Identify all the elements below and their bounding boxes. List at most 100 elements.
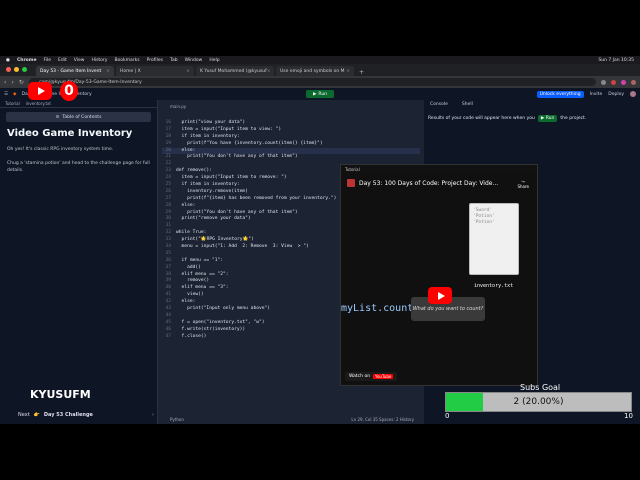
menu-help[interactable]: Help bbox=[209, 58, 219, 63]
table-of-contents-button[interactable]: ≡ Table of Contents bbox=[6, 112, 151, 122]
code-text: else: bbox=[176, 202, 196, 208]
browser-tab[interactable]: Use emoji and symbols on M × bbox=[276, 66, 354, 76]
tab-inventory-txt[interactable]: inventory.txt bbox=[26, 101, 51, 106]
console-message: Results of your code will appear here wh… bbox=[424, 109, 640, 128]
language-indicator[interactable]: Python bbox=[170, 417, 184, 422]
share-label: Share bbox=[517, 184, 529, 189]
next-lesson-link[interactable]: Next 👉 Day 53 Challenge › bbox=[0, 410, 158, 420]
window-controls bbox=[6, 67, 27, 72]
address-bar: ‹ › ↻ ...com/@kyusufm/Day-53-Game-Item-I… bbox=[0, 76, 640, 88]
code-text: print("remove your data") bbox=[176, 216, 251, 222]
line-number: 47 bbox=[165, 333, 171, 339]
subs-goal-title: Subs Goal bbox=[520, 383, 561, 392]
url-field[interactable]: ...com/@kyusufm/Day-53-Game-Item-Invento… bbox=[28, 78, 596, 86]
reload-icon[interactable]: ↻ bbox=[19, 79, 24, 86]
invite-button[interactable]: Invite bbox=[590, 92, 603, 97]
menu-bookmarks[interactable]: Bookmarks bbox=[114, 58, 139, 63]
browser-tab[interactable]: K Yusuf Mohammed (@kyusuf × bbox=[196, 66, 274, 76]
browser-tab[interactable]: Home | X × bbox=[116, 66, 194, 76]
line-number: 28 bbox=[165, 202, 171, 208]
line-number: 16 bbox=[165, 120, 171, 125]
youtube-embed[interactable]: Tutorial Day 53: 100 Days of Code: Proje… bbox=[340, 164, 538, 386]
menu-file[interactable]: File bbox=[44, 58, 52, 63]
menu-profiles[interactable]: Profiles bbox=[147, 58, 163, 63]
user-avatar[interactable] bbox=[630, 91, 636, 97]
tab-label: Home | X bbox=[120, 68, 141, 74]
youtube-logo-icon bbox=[28, 82, 52, 100]
code-line[interactable]: 19 print(f"You have {inventory.count(ite… bbox=[162, 141, 420, 148]
apple-icon[interactable]: ● bbox=[6, 58, 10, 63]
point-right-icon: 👉 bbox=[33, 412, 40, 418]
line-number: 46 bbox=[165, 326, 171, 332]
extension-icon[interactable] bbox=[621, 79, 626, 85]
code-text: print("view your data") bbox=[176, 120, 246, 125]
video-code-snippet: myList.count( bbox=[341, 303, 420, 314]
code-line[interactable]: 16 print("view your data") bbox=[162, 120, 420, 127]
menu-history[interactable]: History bbox=[91, 58, 107, 63]
inventory-file-illustration: 'Sword' 'Potion' 'Potion' bbox=[469, 203, 519, 275]
sidebar-toggle-icon[interactable]: ☰ bbox=[4, 92, 8, 97]
video-window-bar[interactable]: Tutorial bbox=[341, 165, 537, 173]
new-tab-icon[interactable]: + bbox=[356, 69, 367, 76]
upgrade-button[interactable]: Unlock everything bbox=[536, 90, 584, 98]
youtube-play-button[interactable] bbox=[428, 287, 452, 304]
close-tab-icon[interactable]: × bbox=[186, 69, 190, 74]
menu-view[interactable]: View bbox=[74, 58, 85, 63]
menu-chrome[interactable]: Chrome bbox=[17, 58, 37, 63]
code-text: f.write(str(inventory)) bbox=[176, 326, 246, 332]
close-window-icon[interactable] bbox=[6, 67, 11, 72]
tab-console[interactable]: Console bbox=[430, 102, 448, 107]
youtube-logo: YouTube bbox=[373, 374, 394, 379]
line-number: 17 bbox=[165, 126, 171, 132]
chevron-right-icon: › bbox=[152, 412, 154, 418]
watch-on-youtube-button[interactable]: Watch on YouTube bbox=[345, 372, 398, 381]
code-text: f = open("inventory.txt", "w") bbox=[176, 319, 265, 325]
deploy-button[interactable]: Deploy bbox=[608, 92, 624, 97]
code-text: item = input("Input item to view: ") bbox=[176, 126, 282, 132]
code-text: add() bbox=[176, 264, 201, 270]
back-icon[interactable]: ‹ bbox=[4, 79, 6, 86]
next-label: Next bbox=[18, 412, 30, 418]
line-number: 42 bbox=[165, 299, 171, 305]
tab-shell[interactable]: Shell bbox=[462, 102, 473, 107]
channel-logo[interactable] bbox=[347, 179, 355, 187]
close-tab-icon[interactable]: × bbox=[106, 69, 110, 74]
console-text: Results of your code will appear here wh… bbox=[428, 116, 535, 121]
menu-window[interactable]: Window bbox=[185, 58, 203, 63]
extension-icon[interactable] bbox=[611, 79, 616, 85]
editor-filename[interactable]: main.py bbox=[162, 100, 420, 109]
tab-label: K Yusuf Mohammed (@kyusuf bbox=[200, 68, 267, 74]
maximize-window-icon[interactable] bbox=[22, 67, 27, 72]
close-tab-icon[interactable]: × bbox=[267, 69, 271, 74]
code-line[interactable]: 21 print("You don't have any of that ite… bbox=[162, 154, 420, 161]
forward-icon[interactable]: › bbox=[11, 79, 13, 86]
profile-avatar[interactable] bbox=[631, 79, 636, 85]
close-tab-icon[interactable]: × bbox=[346, 69, 350, 74]
code-text: print("Input only menu above") bbox=[176, 306, 271, 312]
run-button[interactable]: ▶ Run bbox=[306, 90, 334, 98]
minimize-window-icon[interactable] bbox=[14, 67, 19, 72]
editor-status-bar: Python Ln 29, Col 35 Spaces: 2 History bbox=[162, 414, 420, 424]
replit-logo-icon[interactable]: ◆ bbox=[13, 92, 16, 97]
list-icon: ≡ bbox=[55, 114, 60, 120]
cursor-position[interactable]: Ln 29, Col 35 Spaces: 2 History bbox=[351, 417, 414, 422]
menu-tab[interactable]: Tab bbox=[170, 58, 178, 63]
console-run-label: Run bbox=[545, 116, 555, 121]
tab-tutorial[interactable]: Tutorial bbox=[5, 101, 20, 106]
play-icon: ▶ bbox=[312, 91, 317, 97]
menu-edit[interactable]: Edit bbox=[58, 58, 67, 63]
extension-icon[interactable] bbox=[601, 79, 606, 85]
subs-goal-max: 10 bbox=[624, 412, 633, 420]
line-number: 19 bbox=[165, 140, 171, 146]
line-number: 26 bbox=[165, 188, 171, 194]
video-title[interactable]: Day 53: 100 Days of Code: Project Day: V… bbox=[347, 179, 498, 187]
subs-goal-progress-text: 2 (20.00%) bbox=[513, 397, 564, 407]
share-button[interactable]: ↪ Share bbox=[517, 179, 529, 189]
browser-tab[interactable]: Day 53 - Game Item Invent × bbox=[36, 66, 114, 76]
tab-label: Day 53 - Game Item Invent bbox=[40, 68, 102, 74]
line-number: 44 bbox=[165, 312, 171, 318]
streamer-username: KYUSUFM bbox=[30, 388, 91, 401]
code-text: print("You don't have any of that item") bbox=[176, 154, 298, 160]
code-line[interactable]: 17 item = input("Input item to view: ") bbox=[162, 127, 420, 134]
code-line[interactable]: 18 if item in inventory: bbox=[162, 134, 420, 141]
